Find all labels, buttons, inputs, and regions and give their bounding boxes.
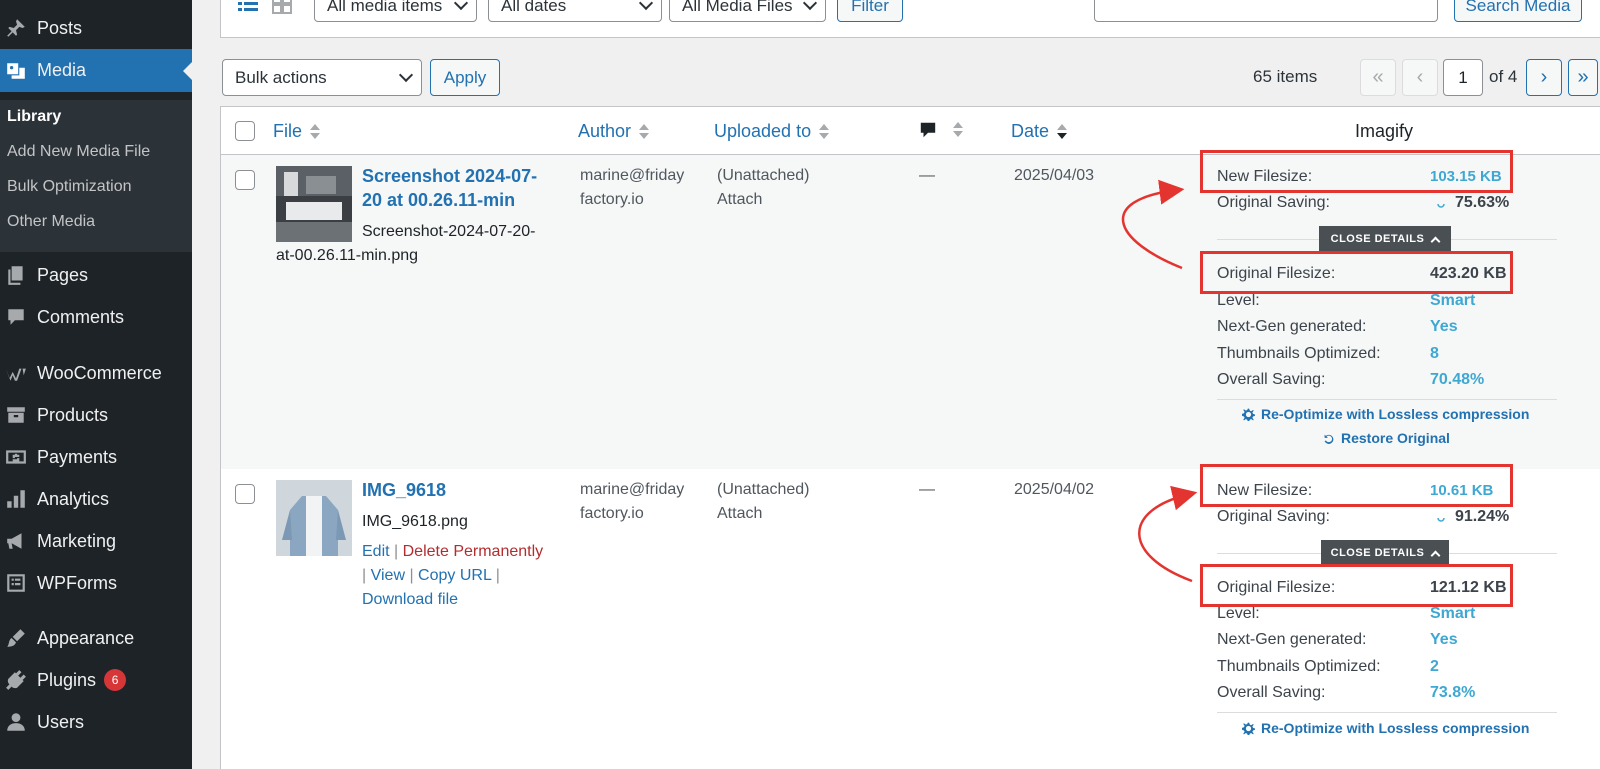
admin-sidebar: Posts Media Library Add New Media File B… bbox=[0, 0, 192, 769]
sidebar-item-label: Products bbox=[37, 404, 109, 425]
sidebar-item-label: Payments bbox=[37, 446, 118, 467]
sidebar-item-plugins[interactable]: Plugins 6 bbox=[0, 664, 192, 696]
sidebar-item-label: Users bbox=[37, 711, 85, 732]
sidebar-item-label: Plugins bbox=[37, 669, 97, 690]
sidebar-item-comments[interactable]: Comments bbox=[0, 301, 192, 333]
plugins-update-badge: 6 bbox=[104, 669, 127, 691]
media-icon bbox=[4, 59, 28, 83]
sidebar-item-label: Comments bbox=[37, 306, 125, 327]
pages-icon bbox=[4, 263, 28, 287]
sidebar-item-pages[interactable]: Pages bbox=[0, 259, 192, 291]
sidebar-item-products[interactable]: Products bbox=[0, 399, 192, 431]
annotation-arrows bbox=[1121, 179, 1198, 583]
sidebar-item-payments[interactable]: Payments bbox=[0, 441, 192, 473]
forms-icon bbox=[4, 571, 28, 595]
sidebar-item-label: Analytics bbox=[37, 488, 110, 509]
chart-icon bbox=[4, 487, 28, 511]
submenu-other-media[interactable]: Other Media bbox=[7, 213, 95, 231]
main-content: All media items All dates All Media File… bbox=[192, 0, 1600, 769]
money-icon bbox=[4, 445, 28, 469]
sidebar-item-label: Pages bbox=[37, 264, 89, 285]
sidebar-item-media[interactable]: Media bbox=[0, 49, 192, 92]
plug-icon bbox=[4, 668, 28, 692]
sidebar-item-users[interactable]: Users bbox=[0, 706, 192, 738]
archive-icon bbox=[4, 403, 28, 427]
brush-icon bbox=[4, 626, 28, 650]
submenu-bulk-optimization[interactable]: Bulk Optimization bbox=[7, 178, 132, 196]
sidebar-item-label: Media bbox=[37, 60, 87, 80]
sidebar-item-label: Appearance bbox=[37, 627, 135, 648]
sidebar-item-appearance[interactable]: Appearance bbox=[0, 622, 192, 654]
woo-icon bbox=[4, 361, 28, 385]
pin-icon bbox=[4, 16, 28, 40]
sidebar-item-label: Posts bbox=[37, 17, 83, 38]
arrow-row2 bbox=[1138, 485, 1198, 583]
sidebar-item-analytics[interactable]: Analytics bbox=[0, 483, 192, 515]
arrow-row1 bbox=[1121, 179, 1185, 270]
sidebar-item-posts[interactable]: Posts bbox=[0, 12, 192, 44]
user-icon bbox=[4, 710, 28, 734]
sidebar-item-marketing[interactable]: Marketing bbox=[0, 525, 192, 557]
megaphone-icon bbox=[4, 529, 28, 553]
sidebar-item-label: WooCommerce bbox=[37, 362, 162, 383]
comment-icon bbox=[4, 305, 28, 329]
submenu-add-new[interactable]: Add New Media File bbox=[7, 143, 150, 161]
sidebar-item-woocommerce[interactable]: WooCommerce bbox=[0, 357, 192, 389]
sidebar-item-wpforms[interactable]: WPForms bbox=[0, 567, 192, 599]
media-submenu: Library Add New Media File Bulk Optimiza… bbox=[0, 100, 192, 252]
sidebar-item-label: WPForms bbox=[37, 572, 117, 593]
sidebar-item-label: Marketing bbox=[37, 530, 117, 551]
submenu-library[interactable]: Library bbox=[7, 108, 61, 126]
